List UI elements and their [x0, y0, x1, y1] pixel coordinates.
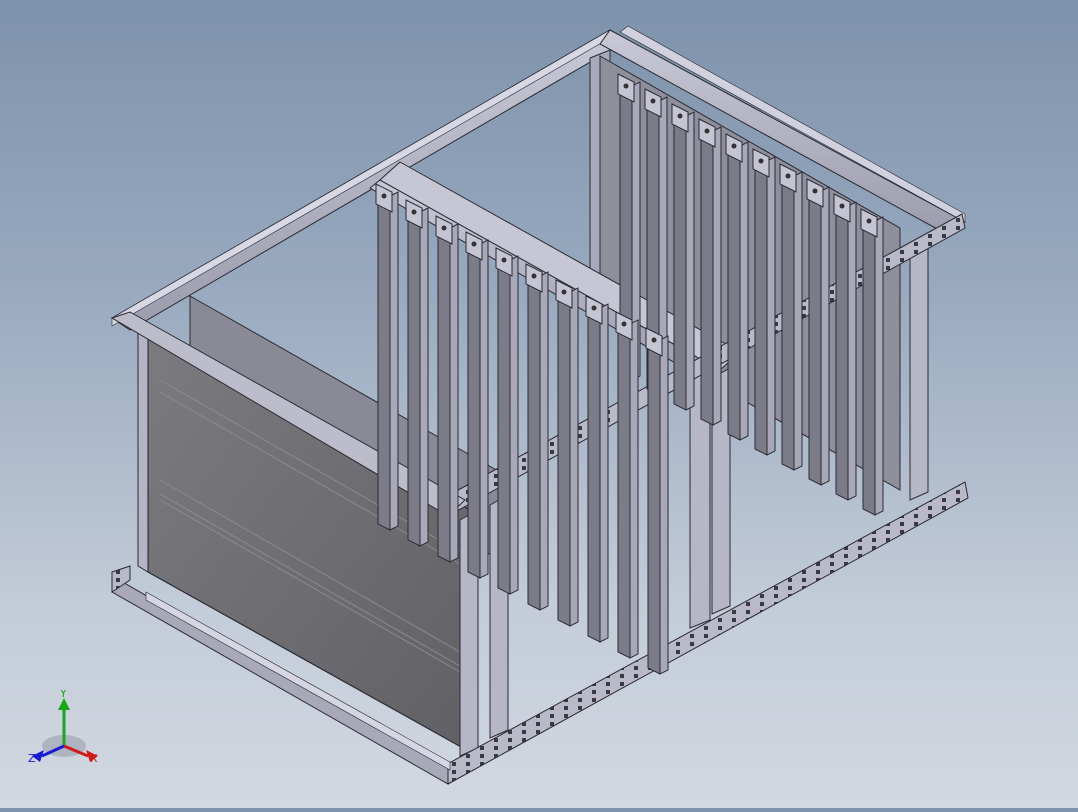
orientation-triad[interactable]: Y X Z	[24, 690, 108, 774]
card-guide-middle	[525, 263, 549, 611]
z-axis-label: Z	[28, 752, 36, 765]
y-axis-label: Y	[59, 690, 67, 700]
card-guide-right	[806, 178, 830, 486]
card-guide-middle	[555, 279, 579, 627]
card-guide-middle	[405, 199, 429, 547]
card-guide-right	[779, 163, 803, 471]
card-guide-middle	[435, 215, 459, 563]
card-guide-right	[698, 118, 722, 426]
cad-viewport[interactable]: Y X Z	[0, 0, 1078, 808]
card-guide-right	[833, 193, 857, 501]
card-guide-middle	[375, 183, 399, 531]
card-guide-right	[752, 148, 776, 456]
card-guide-middle	[615, 311, 639, 659]
card-guide-middle	[645, 327, 669, 675]
card-guide-right	[671, 103, 695, 411]
card-guide-right	[725, 133, 749, 441]
card-guide-middle	[465, 231, 489, 579]
card-guides-layer	[375, 73, 884, 675]
card-guide-middle	[585, 295, 609, 643]
x-axis-label: X	[90, 752, 98, 765]
card-guide-right	[860, 208, 884, 516]
card-guide-middle	[495, 247, 519, 595]
